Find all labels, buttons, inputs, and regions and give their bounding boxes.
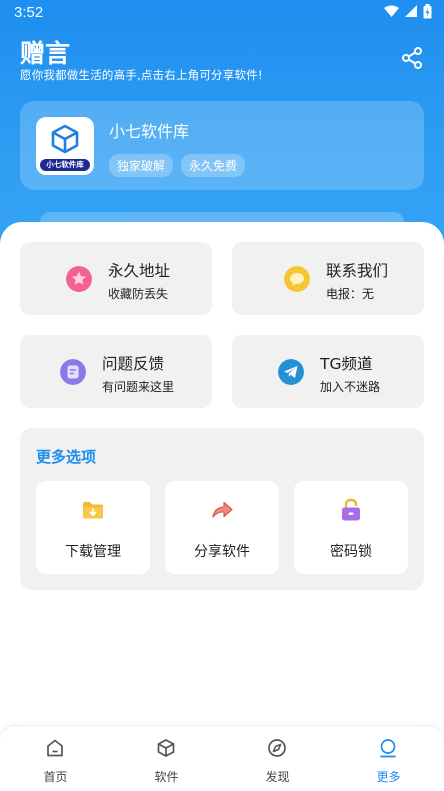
page-subtitle: 愿你我都做生活的高手,点击右上角可分享软件!	[20, 68, 263, 82]
share-icon	[402, 47, 422, 69]
app-tag: 永久免费	[181, 154, 246, 177]
feedback-icon	[60, 359, 86, 385]
box-icon	[157, 739, 175, 757]
card-subtitle: 有问题来这里	[102, 380, 175, 394]
nav-label: 发现	[265, 770, 290, 784]
item-label: 密码锁	[330, 544, 372, 560]
card-title: 联系我们	[326, 262, 389, 280]
user-icon	[380, 739, 396, 758]
contact-us-card[interactable]: 联系我们 电报：无	[232, 242, 424, 315]
nav-label: 更多	[376, 770, 401, 784]
card-title: TG频道	[320, 355, 373, 373]
bottom-nav: 首页 软件 发现 更多	[0, 725, 444, 791]
nav-item-home[interactable]: 首页	[0, 726, 111, 791]
more-options-panel: 更多选项 下载管理 分享软件 密码锁	[20, 428, 424, 590]
share-button[interactable]	[400, 46, 424, 70]
telegram-icon	[278, 359, 304, 385]
download-folder-icon	[83, 502, 103, 519]
app-tags: 独家破解 永久免费	[109, 154, 246, 177]
app-tag: 独家破解	[109, 154, 174, 177]
section-title: 更多选项	[36, 448, 97, 466]
app-name: 小七软件库	[109, 122, 190, 141]
battery-icon	[423, 4, 432, 19]
nav-item-software[interactable]: 软件	[111, 726, 222, 791]
cube-icon	[51, 124, 79, 154]
tg-channel-card[interactable]: TG频道 加入不迷路	[232, 335, 424, 408]
card-subtitle: 收藏防丢失	[108, 287, 169, 301]
download-manager-button[interactable]: 下载管理	[36, 481, 150, 574]
card-subtitle: 电报：无	[326, 287, 375, 301]
page-title: 赠言	[20, 39, 71, 68]
app-logo: 小七软件库	[36, 117, 94, 175]
item-label: 分享软件	[194, 544, 250, 560]
card-title: 问题反馈	[102, 355, 165, 373]
home-icon	[47, 739, 63, 757]
share-software-button[interactable]: 分享软件	[165, 481, 279, 574]
signal-icon	[405, 5, 417, 17]
password-lock-button[interactable]: 密码锁	[294, 481, 408, 574]
wifi-icon	[384, 5, 399, 17]
nav-item-discover[interactable]: 发现	[222, 726, 333, 791]
nav-label: 首页	[43, 770, 68, 784]
nav-label: 软件	[154, 770, 179, 784]
share-arrow-icon	[212, 501, 233, 518]
permanent-address-card[interactable]: 永久地址 收藏防丢失	[20, 242, 212, 315]
status-time: 3:52	[14, 4, 44, 21]
feedback-card[interactable]: 问题反馈 有问题来这里	[20, 335, 212, 408]
lock-icon	[342, 498, 360, 521]
star-icon	[66, 266, 92, 292]
status-bar: 3:52	[0, 0, 444, 26]
card-title: 永久地址	[108, 262, 171, 280]
app-info-card[interactable]: 小七软件库 小七软件库 独家破解 永久免费	[20, 101, 424, 190]
item-label: 下载管理	[65, 544, 121, 560]
status-icons	[384, 4, 432, 19]
compass-icon	[268, 739, 286, 757]
card-subtitle: 加入不迷路	[320, 380, 381, 394]
nav-item-more[interactable]: 更多	[333, 726, 444, 791]
app-logo-label: 小七软件库	[40, 159, 90, 171]
chat-bubble-icon	[284, 266, 310, 292]
